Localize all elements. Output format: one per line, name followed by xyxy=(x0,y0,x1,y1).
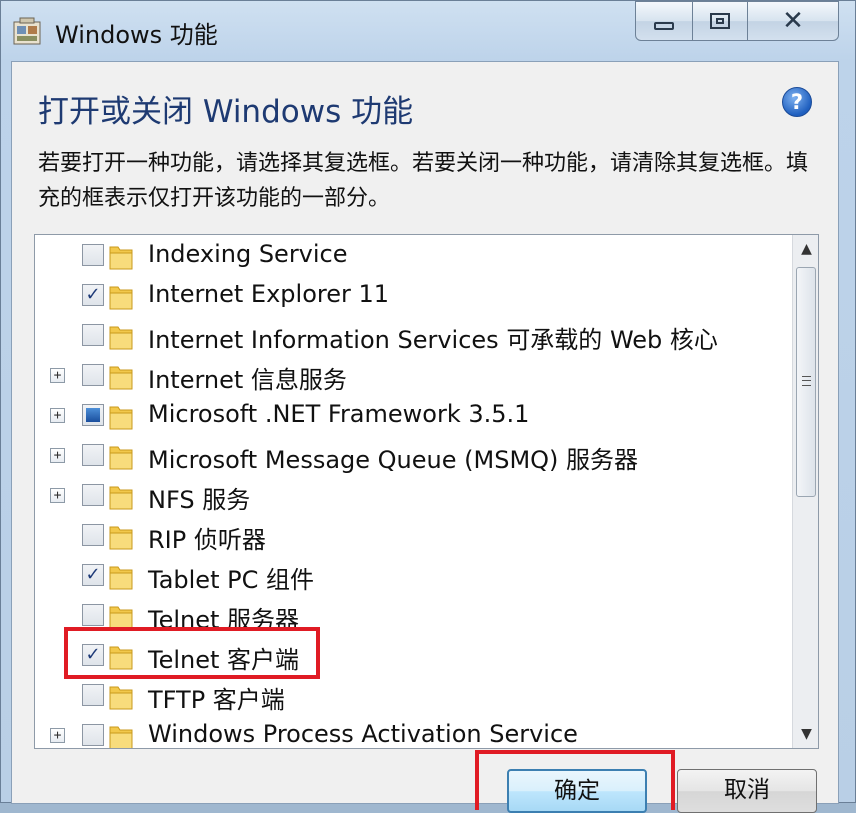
expand-plus-icon[interactable]: + xyxy=(50,408,65,423)
folder-icon xyxy=(109,726,133,748)
feature-row[interactable]: + Internet 信息服务 xyxy=(35,355,793,395)
window-title: Windows 功能 xyxy=(55,21,218,49)
maximize-button[interactable] xyxy=(692,1,748,41)
feature-label: Indexing Service xyxy=(148,240,348,268)
folder-icon xyxy=(109,326,133,350)
feature-checkbox[interactable] xyxy=(82,244,104,266)
folder-icon xyxy=(109,406,133,430)
grip-icon xyxy=(802,376,811,386)
feature-checkbox[interactable] xyxy=(82,444,104,466)
feature-row[interactable]: Internet Information Services 可承载的 Web 核… xyxy=(35,315,793,355)
folder-icon xyxy=(109,246,133,270)
folder-icon xyxy=(109,526,133,550)
feature-checkbox[interactable] xyxy=(82,484,104,506)
feature-label: Internet 信息服务 xyxy=(148,366,347,394)
feature-label: Tablet PC 组件 xyxy=(148,566,314,594)
feature-row[interactable]: Indexing Service xyxy=(35,235,793,275)
folder-icon xyxy=(109,486,133,510)
scroll-up-arrow-icon[interactable]: ▲ xyxy=(793,235,818,263)
minimize-icon xyxy=(654,22,674,30)
feature-row[interactable]: + Windows Process Activation Service xyxy=(35,715,793,748)
highlight-ok-button xyxy=(475,750,675,810)
feature-label: NFS 服务 xyxy=(148,486,251,514)
feature-checkbox[interactable] xyxy=(82,684,104,706)
feature-row[interactable]: RIP 侦听器 xyxy=(35,515,793,555)
expand-plus-icon[interactable]: + xyxy=(50,368,65,383)
feature-row[interactable]: + Microsoft Message Queue (MSMQ) 服务器 xyxy=(35,435,793,475)
vertical-scrollbar[interactable]: ▲ ▼ xyxy=(792,235,818,748)
help-icon[interactable]: ? xyxy=(782,87,812,117)
feature-row[interactable]: TFTP 客户端 xyxy=(35,675,793,715)
dialog-description: 若要打开一种功能，请选择其复选框。若要关闭一种功能，请清除其复选框。填充的框表示… xyxy=(38,151,809,211)
dialog-client-area: 打开或关闭 Windows 功能 ? 若要打开一种功能，请选择其复选框。若要关闭… xyxy=(11,61,839,804)
windows-features-icon xyxy=(13,17,41,45)
feature-row[interactable]: + Microsoft .NET Framework 3.5.1 xyxy=(35,395,793,435)
folder-icon xyxy=(109,566,133,590)
feature-row[interactable]: + NFS 服务 xyxy=(35,475,793,515)
feature-checkbox[interactable] xyxy=(82,604,104,626)
feature-checkbox[interactable] xyxy=(82,364,104,386)
cancel-button[interactable]: 取消 xyxy=(677,769,817,813)
feature-label: RIP 侦听器 xyxy=(148,526,266,554)
feature-checkbox[interactable] xyxy=(82,404,104,426)
feature-label: Microsoft .NET Framework 3.5.1 xyxy=(148,400,530,428)
feature-label: Microsoft Message Queue (MSMQ) 服务器 xyxy=(148,446,639,474)
feature-label: Internet Information Services 可承载的 Web 核… xyxy=(148,326,718,354)
restore-icon xyxy=(710,13,730,29)
feature-label: TFTP 客户端 xyxy=(148,686,285,714)
close-button[interactable]: ✕ xyxy=(747,1,839,41)
feature-checkbox[interactable]: ✓ xyxy=(82,284,104,306)
highlight-telnet-client xyxy=(64,627,320,679)
windows-features-dialog: Windows 功能 ✕ 打开或关闭 Windows 功能 ? 若要打开一种功能… xyxy=(0,0,856,813)
feature-checkbox[interactable] xyxy=(82,724,104,746)
feature-row[interactable]: ✓ Tablet PC 组件 xyxy=(35,555,793,595)
feature-row[interactable]: ✓ Internet Explorer 11 xyxy=(35,275,793,315)
expand-plus-icon[interactable]: + xyxy=(50,488,65,503)
folder-icon xyxy=(109,446,133,470)
folder-icon xyxy=(109,286,133,310)
folder-icon xyxy=(109,686,133,710)
expand-plus-icon[interactable]: + xyxy=(50,448,65,463)
dialog-heading: 打开或关闭 Windows 功能 xyxy=(38,94,414,130)
feature-checkbox[interactable] xyxy=(82,324,104,346)
minimize-button[interactable] xyxy=(635,1,693,41)
scrollbar-thumb[interactable] xyxy=(796,267,816,497)
feature-label: Windows Process Activation Service xyxy=(148,720,578,748)
close-icon: ✕ xyxy=(782,6,804,36)
feature-checkbox[interactable] xyxy=(82,524,104,546)
expand-plus-icon[interactable]: + xyxy=(50,728,65,743)
feature-checkbox[interactable]: ✓ xyxy=(82,564,104,586)
feature-label: Internet Explorer 11 xyxy=(148,280,390,308)
title-bar[interactable]: Windows 功能 ✕ xyxy=(1,1,855,59)
scroll-down-arrow-icon[interactable]: ▼ xyxy=(793,720,818,748)
folder-icon xyxy=(109,366,133,390)
